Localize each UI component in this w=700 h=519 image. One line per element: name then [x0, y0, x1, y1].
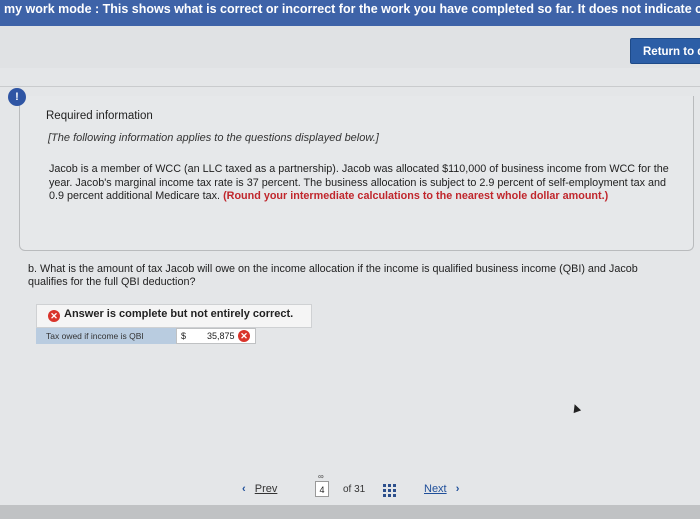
chevron-left-icon: ‹	[242, 483, 246, 495]
required-info-title: Required information	[46, 110, 153, 122]
return-to-question-button[interactable]: Return to qu	[630, 38, 700, 64]
page-total: of 31	[343, 484, 366, 495]
next-button[interactable]: Next ›	[424, 483, 459, 495]
answer-row-label: Tax owed if income is QBI	[36, 328, 176, 344]
currency-symbol: $	[181, 331, 187, 341]
chevron-right-icon: ›	[455, 483, 460, 495]
toolbar	[0, 26, 700, 68]
required-info-body: Jacob is a member of WCC (an LLC taxed a…	[49, 163, 669, 204]
question-text: b. What is the amount of tax Jacob will …	[28, 263, 638, 288]
answer-value: 35,875	[207, 331, 235, 341]
incorrect-x-icon: ✕	[238, 330, 250, 342]
rounding-instruction: (Round your intermediate calculations to…	[223, 190, 609, 202]
divider	[0, 86, 700, 87]
prev-button[interactable]: ‹ Prev	[242, 483, 277, 495]
answer-status-text: Answer is complete but not entirely corr…	[64, 308, 294, 320]
work-mode-banner: my work mode : This shows what is correc…	[0, 0, 700, 26]
link-icon: ∞	[318, 472, 324, 481]
current-page-box[interactable]: 4	[315, 481, 329, 497]
error-x-icon: ✕	[48, 310, 60, 322]
prev-label: Prev	[254, 483, 278, 495]
required-info-subtitle: [The following information applies to th…	[48, 132, 379, 144]
alert-icon: !	[8, 88, 26, 106]
mouse-cursor-icon	[570, 402, 582, 414]
footer-bar	[0, 505, 700, 519]
grid-icon[interactable]	[383, 484, 396, 497]
next-label: Next	[424, 483, 447, 495]
